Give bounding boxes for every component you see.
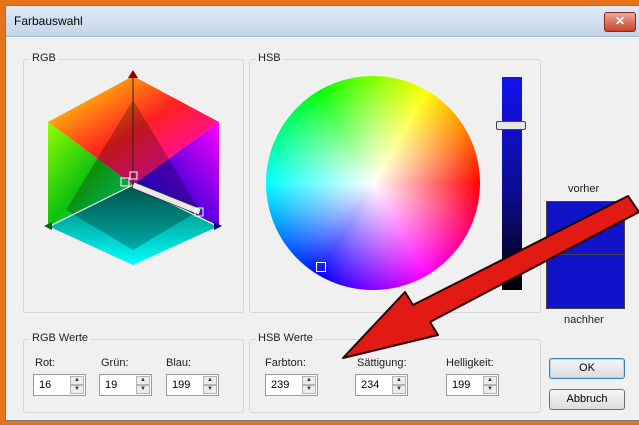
annotation-arrow [342, 195, 639, 359]
red-arrow-icon [342, 195, 639, 359]
